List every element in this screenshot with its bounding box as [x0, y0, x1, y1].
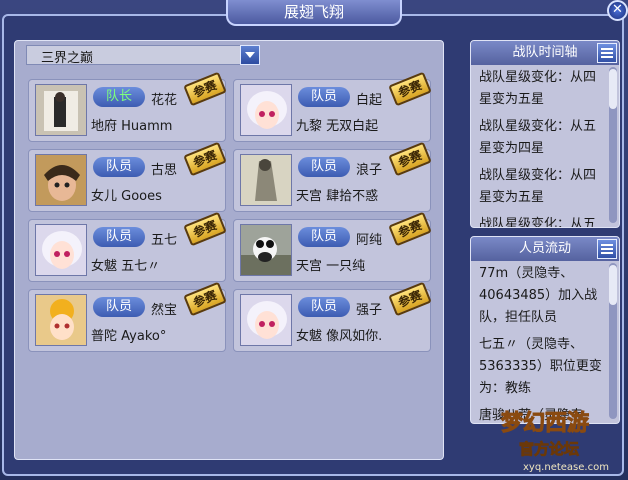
member-character: 五七〃 [121, 259, 161, 274]
timeline-entry: 战队星级变化：从五 [479, 217, 597, 228]
member-info: 普陀 Ayako° [91, 325, 166, 344]
member-name: 白起 [356, 93, 383, 108]
timeline-panel: 战队时间轴 战队星级变化：从四星变为五星 战队星级变化：从五星变为四星 战队星级… [470, 40, 620, 228]
role-pill: 队员 [93, 157, 145, 177]
avatar [35, 224, 87, 276]
member-character: Gooes [121, 189, 162, 204]
role-pill: 队员 [298, 297, 350, 317]
member-server: 女魃 [296, 329, 323, 344]
avatar [35, 154, 87, 206]
role-pill: 队员 [93, 227, 145, 247]
watermark-logo-text: 梦幻西游 [501, 410, 589, 436]
avatar [240, 84, 292, 136]
watermark-subtitle: 官方论坛 [519, 440, 579, 458]
timeline-list: 战队星级变化：从四星变为五星 战队星级变化：从五星变为四星 战队星级变化：从四星… [479, 67, 605, 228]
timeline-entry: 战队星级变化：从四星变为五星 [479, 70, 597, 107]
member-name: 阿纯 [356, 233, 383, 248]
member-info: 地府 Huamm [91, 115, 172, 134]
menu-icon[interactable] [597, 43, 617, 63]
avatar [35, 84, 87, 136]
member-info: 女儿 Gooes [91, 185, 162, 204]
role-pill: 队员 [298, 227, 350, 247]
staff-list: 77m（灵隐寺、40643485）加入战队，担任队员 七五〃（灵隐寺、53633… [479, 263, 605, 423]
member-name: 古思 [151, 163, 178, 178]
timeline-entry: 战队星级变化：从五星变为四星 [479, 119, 597, 156]
member-card[interactable]: 队长 花花 地府 Huamm 参赛 [28, 71, 227, 142]
member-server: 普陀 [91, 329, 118, 344]
member-character: Huamm [121, 119, 173, 134]
member-card[interactable]: 队员 强子 女魃 像风如你. 参赛 [233, 281, 432, 352]
close-button[interactable]: ✕ [607, 0, 628, 21]
member-character: 一只纯 [326, 259, 366, 274]
staff-scrollbar[interactable] [609, 263, 617, 419]
member-info: 女魃 五七〃 [91, 255, 160, 274]
member-name: 浪子 [356, 163, 383, 178]
role-pill: 队长 [93, 87, 145, 107]
watermark-url: xyq.netease.com [523, 462, 609, 473]
member-server: 地府 [91, 119, 118, 134]
member-name: 然宝 [151, 303, 178, 318]
staff-panel: 人员流动 77m（灵隐寺、40643485）加入战队，担任队员 七五〃（灵隐寺、… [470, 236, 620, 424]
avatar [240, 224, 292, 276]
member-card[interactable]: 队员 白起 九黎 无双白起 参赛 [233, 71, 432, 142]
avatar [240, 294, 292, 346]
member-character: 无双白起 [326, 119, 379, 134]
member-card[interactable]: 队员 浪子 天宫 肆拾不惑 参赛 [233, 141, 432, 212]
member-server: 天宫 [296, 189, 323, 204]
chevron-down-icon[interactable] [240, 45, 260, 65]
member-card[interactable]: 队员 阿纯 天宫 一只纯 参赛 [233, 211, 432, 282]
window-title: 展翅飞翔 [226, 0, 402, 26]
member-info: 九黎 无双白起 [296, 115, 378, 134]
role-pill: 队员 [298, 87, 350, 107]
member-info: 天宫 肆拾不惑 [296, 185, 378, 204]
avatar [35, 294, 87, 346]
staff-entry: 七五〃（灵隐寺、5363335）职位更变为：教练 [479, 337, 602, 396]
menu-icon[interactable] [597, 239, 617, 259]
member-character: 肆拾不惑 [326, 189, 379, 204]
member-info: 女魃 像风如你. [296, 325, 382, 344]
member-name: 强子 [356, 303, 383, 318]
member-name: 五七 [151, 233, 178, 248]
member-server: 女儿 [91, 189, 118, 204]
team-selector-value: 三界之巅 [41, 51, 94, 66]
role-pill: 队员 [93, 297, 145, 317]
member-server: 天宫 [296, 259, 323, 274]
member-card[interactable]: 队员 然宝 普陀 Ayako° 参赛 [28, 281, 227, 352]
member-character: 像风如你. [326, 329, 383, 344]
scroll-thumb[interactable] [609, 69, 617, 109]
scroll-thumb[interactable] [609, 265, 617, 305]
staff-entry: 77m（灵隐寺、40643485）加入战队，担任队员 [479, 266, 598, 325]
avatar [240, 154, 292, 206]
member-server: 九黎 [296, 119, 323, 134]
role-pill: 队员 [298, 157, 350, 177]
game-window: 展翅飞翔 ✕ 三界之巅 队长 花花 地府 Huamm 参赛 队员 白起 九黎 无… [0, 0, 628, 480]
member-name: 花花 [151, 93, 178, 108]
member-card[interactable]: 队员 五七 女魃 五七〃 参赛 [28, 211, 227, 282]
timeline-scrollbar[interactable] [609, 67, 617, 223]
timeline-entry: 战队星级变化：从四星变为五星 [479, 168, 597, 205]
forum-watermark-logo: 梦幻西游 官方论坛 xyq.netease.com [497, 402, 625, 476]
member-character: Ayako° [121, 329, 167, 344]
member-server: 女魃 [91, 259, 118, 274]
member-card[interactable]: 队员 古思 女儿 Gooes 参赛 [28, 141, 227, 212]
member-info: 天宫 一只纯 [296, 255, 365, 274]
team-selector[interactable]: 三界之巅 [26, 45, 260, 66]
